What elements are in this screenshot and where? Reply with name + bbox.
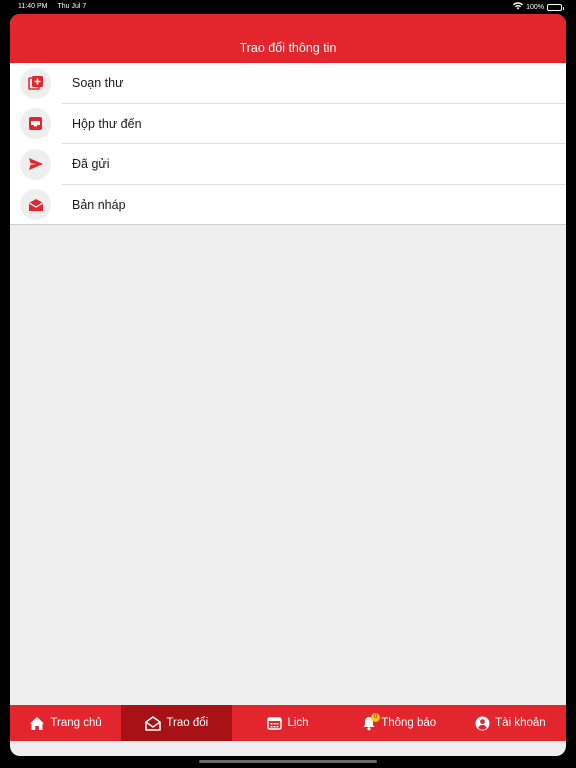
tab-calendar[interactable]: Lịch	[232, 705, 343, 741]
inbox-icon	[20, 108, 51, 140]
status-date: Thu Jul 7	[57, 3, 87, 10]
battery-icon	[547, 3, 564, 11]
wifi-icon	[513, 2, 524, 12]
app-window: Trao đổi thông tin Soạn thư Hộp thư đến	[10, 14, 566, 756]
user-icon	[475, 716, 490, 731]
menu-list: Soạn thư Hộp thư đến Đã gửi Bản nháp	[10, 63, 566, 225]
status-bar: 11:40 PM Thu Jul 7 100%	[0, 0, 576, 14]
tab-label: Lịch	[287, 717, 309, 729]
header: Trao đổi thông tin	[10, 14, 566, 63]
tab-account[interactable]: Tài khoản	[455, 705, 566, 741]
home-icon	[29, 716, 45, 731]
menu-item-inbox[interactable]: Hộp thư đến	[10, 104, 566, 145]
tab-notifications[interactable]: 0 Thông báo	[344, 705, 455, 741]
tab-label: Tài khoản	[495, 717, 546, 729]
menu-item-label: Bản nháp	[72, 197, 126, 212]
bell-icon: 0	[362, 712, 381, 731]
tab-label: Trang chủ	[50, 717, 102, 729]
menu-item-label: Hộp thư đến	[72, 116, 142, 131]
menu-item-label: Đã gửi	[72, 157, 110, 172]
tab-label: Thông báo	[381, 717, 437, 729]
tab-label: Trao đổi	[166, 717, 209, 729]
home-indicator[interactable]	[199, 760, 377, 763]
page-title: Trao đổi thông tin	[239, 41, 337, 55]
menu-item-compose[interactable]: Soạn thư	[10, 63, 566, 104]
menu-item-label: Soạn thư	[72, 76, 124, 91]
menu-item-drafts[interactable]: Bản nháp	[10, 185, 566, 226]
draft-envelope-icon	[20, 189, 51, 221]
tab-exchange[interactable]: Trao đổi	[121, 705, 233, 741]
tab-home[interactable]: Trang chủ	[10, 705, 121, 741]
calendar-icon	[267, 716, 283, 730]
battery-percent: 100%	[526, 3, 544, 11]
menu-item-sent[interactable]: Đã gửi	[10, 144, 566, 185]
tab-bar: Trang chủ Trao đổi Lịch 0 Thông báo Tài …	[10, 705, 566, 741]
status-time: 11:40 PM	[18, 3, 48, 10]
notification-badge: 0	[371, 712, 381, 722]
compose-icon	[20, 67, 51, 99]
send-icon	[20, 148, 51, 180]
open-envelope-icon	[145, 715, 162, 731]
